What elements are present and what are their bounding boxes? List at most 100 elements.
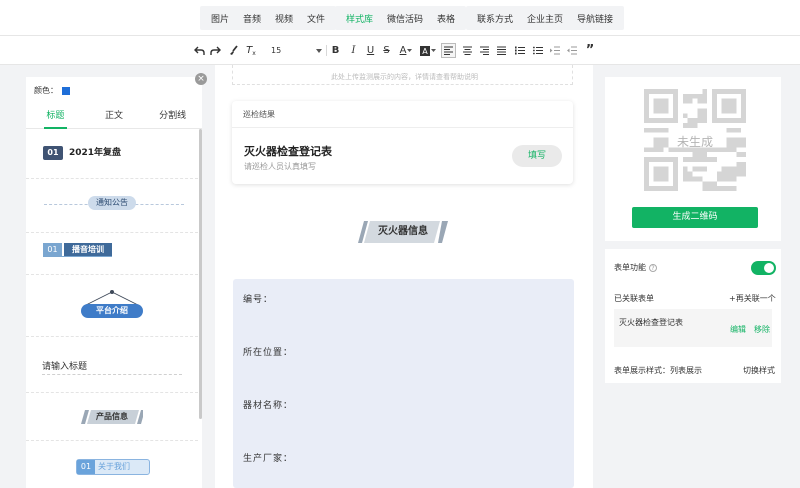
redo-icon[interactable] — [209, 43, 221, 58]
form-settings-panel: 表单功能? 已关联表单 +再关联一个 灭火器检查登记表 编辑 移除 表单展示样式… — [605, 249, 781, 383]
linked-form-item: 灭火器检查登记表 编辑 移除 — [614, 309, 772, 347]
tab-contact[interactable]: 联系方式 — [470, 12, 520, 25]
tab-heading[interactable]: 标题 — [26, 107, 85, 129]
field-equipment-name-label: 器材名称： — [243, 401, 294, 411]
help-icon[interactable]: ? — [649, 263, 657, 272]
top-tab-bar: 图片 音频 视频 文件 样式库 微信活码 表格 联系方式 企业主页 导航链接 — [0, 0, 800, 36]
tab-nav-links[interactable]: 导航链接 — [570, 12, 620, 25]
editor-canvas: 此处上传监测展示的内容，详情请查看帮助说明 巡检结果 灭火器检查登记表 请巡检人… — [215, 65, 593, 488]
align-left-icon[interactable] — [441, 43, 456, 58]
align-justify-icon[interactable] — [495, 43, 507, 58]
form-function-toggle[interactable] — [751, 261, 776, 275]
generate-qr-button[interactable]: 生成二维码 — [632, 207, 758, 228]
qr-code-panel: 未生成 生成二维码 — [605, 77, 781, 241]
inspection-card: 巡检结果 灭火器检查登记表 请巡检人员认真填写 填写 — [232, 101, 573, 184]
card-subtitle: 请巡检人员认真填写 — [244, 162, 316, 171]
style-tab-group: 样式库 微信活码 表格 — [335, 6, 467, 30]
media-tab-group: 图片 音频 视频 文件 — [200, 6, 337, 30]
color-picker-row: 颜色： — [34, 85, 70, 96]
card-title: 灭火器检查登记表 — [244, 145, 332, 158]
linked-forms-label: 已关联表单 — [614, 294, 654, 303]
align-right-icon[interactable] — [478, 43, 490, 58]
tab-file[interactable]: 文件 — [300, 12, 332, 25]
remove-form-link[interactable]: 移除 — [754, 324, 770, 335]
tab-image[interactable]: 图片 — [204, 12, 236, 25]
tab-table[interactable]: 表格 — [430, 12, 462, 25]
unordered-list-icon[interactable] — [532, 43, 544, 58]
template-title: 产品信息 — [96, 412, 128, 421]
template-number: 01 — [43, 243, 62, 256]
link-another-form-link[interactable]: +再关联一个 — [729, 293, 776, 304]
heading-template-2[interactable]: 通知公告 — [26, 179, 198, 233]
tab-style-library[interactable]: 样式库 — [339, 12, 380, 25]
indent-icon[interactable] — [549, 43, 561, 58]
form-function-row: 表单功能? — [614, 262, 657, 273]
heading-template-1[interactable]: 01 2021年复盘 — [26, 129, 198, 179]
template-title: 通知公告 — [88, 196, 136, 210]
style-category-tabs: 标题 正文 分割线 — [26, 107, 202, 129]
italic-icon[interactable]: I — [348, 43, 359, 58]
template-number: 01 — [43, 146, 63, 160]
tab-company-page[interactable]: 企业主页 — [520, 12, 570, 25]
toolbar-divider — [326, 45, 327, 56]
tab-wechat-code[interactable]: 微信活码 — [380, 12, 430, 25]
strikethrough-icon[interactable]: S — [381, 43, 392, 58]
heading-template-7[interactable]: 01 关于我们 — [26, 441, 198, 488]
linked-form-name: 灭火器检查登记表 — [619, 318, 683, 327]
format-painter-icon[interactable] — [227, 43, 239, 58]
template-underline — [42, 374, 182, 375]
field-number-label: 编号： — [243, 295, 274, 305]
background-color-icon[interactable]: A — [420, 43, 436, 58]
underline-icon[interactable]: U — [365, 43, 376, 58]
undo-icon[interactable] — [193, 43, 205, 58]
font-size-value: 15 — [271, 46, 282, 55]
top-hint-text: 此处上传监测展示的内容，详情请查看帮助说明 — [331, 73, 478, 81]
contact-tab-group: 联系方式 企业主页 导航链接 — [466, 6, 625, 30]
tab-audio[interactable]: 音频 — [236, 12, 268, 25]
template-title: 请输入标题 — [42, 362, 88, 372]
ordered-list-icon[interactable] — [514, 43, 526, 58]
heading-template-5[interactable]: 请输入标题 — [26, 337, 198, 393]
fill-in-button[interactable]: 填写 — [512, 145, 562, 167]
tab-video[interactable]: 视频 — [268, 12, 300, 25]
close-panel-icon[interactable]: × — [195, 73, 207, 85]
top-hint-area: 此处上传监测展示的内容，详情请查看帮助说明 — [232, 65, 573, 85]
format-toolbar: Tx 15 B I U S A A ” — [0, 36, 800, 65]
edit-form-link[interactable]: 编辑 — [730, 324, 746, 335]
template-title: 平台介绍 — [81, 304, 143, 318]
color-label: 颜色： — [34, 86, 58, 95]
font-color-icon[interactable]: A — [398, 43, 414, 58]
section-heading-text: 灭火器信息 — [378, 226, 428, 237]
template-title: 关于我们 — [98, 462, 130, 471]
color-swatch[interactable] — [62, 86, 70, 95]
tab-divider[interactable]: 分割线 — [143, 107, 202, 128]
quote-icon[interactable]: ” — [584, 43, 596, 58]
template-title: 播音培训 — [64, 243, 112, 256]
font-size-select[interactable]: 15 — [266, 43, 322, 58]
switch-style-link[interactable]: 切换样式 — [743, 365, 775, 376]
chevron-down-icon — [316, 46, 322, 55]
heading-template-3[interactable]: 01 播音培训 — [26, 233, 198, 275]
section-heading: 灭火器信息 — [358, 221, 448, 243]
clear-format-icon[interactable]: Tx — [245, 43, 257, 58]
outdent-icon[interactable] — [566, 43, 578, 58]
template-slanted-bar: 产品信息 — [81, 410, 143, 424]
style-library-panel: 颜色： 标题 正文 分割线 01 2021年复盘 通知公告 01 播音培训 平台… — [26, 77, 202, 488]
qr-not-generated-label: 未生成 — [676, 135, 713, 149]
extinguisher-info-form: 编号： 所在位置： 器材名称： 生产厂家： — [233, 279, 574, 488]
field-location-label: 所在位置： — [243, 348, 294, 358]
template-title: 2021年复盘 — [69, 148, 122, 158]
tab-body-text[interactable]: 正文 — [85, 107, 144, 128]
template-underline — [43, 256, 112, 257]
panel-scrollbar[interactable] — [199, 129, 202, 419]
heading-template-6[interactable]: 产品信息 — [26, 393, 198, 441]
align-center-icon[interactable] — [461, 43, 473, 58]
card-header: 巡检结果 — [232, 101, 573, 128]
svg-text:A: A — [422, 47, 428, 56]
display-style-label: 表单展示样式：列表展示 — [614, 366, 702, 375]
heading-template-4[interactable]: 平台介绍 — [26, 275, 198, 337]
form-function-label: 表单功能 — [614, 263, 646, 272]
template-number: 01 — [77, 460, 95, 474]
field-manufacturer-label: 生产厂家： — [243, 454, 294, 464]
bold-icon[interactable]: B — [330, 43, 341, 58]
